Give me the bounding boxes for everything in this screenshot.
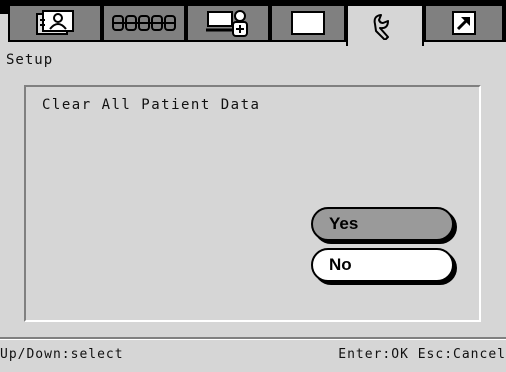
tab-monitor[interactable] [186, 4, 270, 42]
tab-setup[interactable] [346, 4, 424, 46]
confirm-message: Clear All Patient Data [42, 97, 261, 113]
monitor-person-icon [206, 10, 248, 37]
tab-bar [8, 0, 506, 46]
numbers-icon [112, 15, 176, 31]
no-button[interactable]: No [311, 248, 454, 282]
window: Setup Clear All Patient Data Yes No Up/D… [0, 0, 506, 372]
arrow-export-icon [452, 11, 476, 35]
tab-export[interactable] [424, 4, 504, 42]
yes-button[interactable]: Yes [311, 207, 454, 241]
footer-help-left: Up/Down:select [0, 347, 124, 362]
tab-patient-info[interactable] [8, 4, 102, 42]
footer-help-right: Enter:OK Esc:Cancel [338, 347, 506, 362]
tab-blank[interactable] [270, 4, 346, 42]
tab-mrn[interactable] [102, 4, 186, 42]
blank-screen-icon [291, 11, 325, 35]
wrench-icon [373, 14, 389, 40]
page-title: Setup [6, 52, 54, 68]
footer-divider-highlight [0, 339, 506, 340]
patient-info-icon [36, 10, 74, 35]
dialog-panel: Clear All Patient Data Yes No [24, 85, 481, 322]
